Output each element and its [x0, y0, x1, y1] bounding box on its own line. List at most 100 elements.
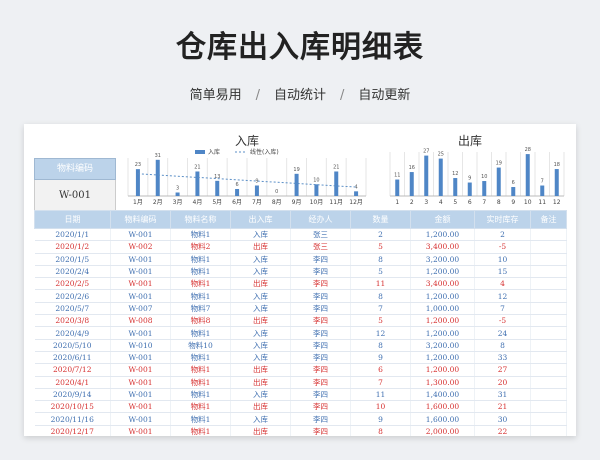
table-cell[interactable]: 入库 [230, 388, 291, 402]
table-cell[interactable]: 12 [474, 289, 531, 303]
table-cell[interactable]: W-001 [110, 400, 171, 414]
table-cell[interactable] [530, 400, 567, 414]
table-cell[interactable]: 20 [474, 376, 531, 389]
table-cell[interactable]: 1,200.00 [410, 228, 475, 242]
table-cell[interactable]: 7 [350, 302, 411, 316]
table-cell[interactable]: 物料1 [170, 326, 231, 340]
table-cell[interactable]: W-001 [110, 376, 171, 389]
table-cell[interactable]: 张三 [290, 240, 351, 254]
table-cell[interactable]: 入库 [230, 412, 291, 426]
table-cell[interactable]: 9 [350, 351, 411, 365]
table-cell[interactable]: 出库 [230, 400, 291, 414]
table-cell[interactable]: 李四 [290, 376, 351, 389]
table-cell[interactable] [530, 253, 567, 266]
table-cell[interactable]: 李四 [290, 351, 351, 365]
column-header[interactable]: 经办人 [290, 210, 351, 229]
table-cell[interactable]: 2020/11/16 [34, 412, 111, 426]
table-cell[interactable]: W-002 [110, 240, 171, 254]
table-cell[interactable]: 李四 [290, 302, 351, 316]
table-cell[interactable]: 2020/2/4 [34, 265, 111, 279]
table-cell[interactable]: 李四 [290, 326, 351, 340]
table-cell[interactable]: 1,200.00 [410, 265, 475, 279]
table-cell[interactable]: 9 [350, 412, 411, 426]
table-cell[interactable]: 1,300.00 [410, 376, 475, 389]
table-cell[interactable] [530, 314, 567, 328]
table-cell[interactable]: 物料1 [170, 400, 231, 414]
table-cell[interactable]: 1,000.00 [410, 302, 475, 316]
table-cell[interactable] [530, 302, 567, 316]
table-cell[interactable]: 1,200.00 [410, 314, 475, 328]
table-cell[interactable]: 21 [474, 400, 531, 414]
table-cell[interactable]: W-001 [110, 265, 171, 279]
table-cell[interactable]: 物料1 [170, 376, 231, 389]
table-cell[interactable]: W-008 [110, 314, 171, 328]
table-cell[interactable]: 入库 [230, 302, 291, 316]
table-cell[interactable]: 入库 [230, 265, 291, 279]
table-cell[interactable]: 2,000.00 [410, 425, 475, 436]
table-cell[interactable]: 11 [350, 388, 411, 402]
column-header[interactable]: 物料编码 [110, 210, 171, 229]
table-cell[interactable]: 15 [474, 265, 531, 279]
table-cell[interactable] [530, 388, 567, 402]
column-header[interactable]: 物料名称 [170, 210, 231, 229]
table-cell[interactable]: W-001 [110, 277, 171, 291]
table-cell[interactable]: 2020/6/11 [34, 351, 111, 365]
column-header[interactable]: 数量 [350, 210, 411, 229]
table-cell[interactable]: 出库 [230, 363, 291, 377]
table-cell[interactable]: 1,200.00 [410, 351, 475, 365]
table-cell[interactable]: W-001 [110, 412, 171, 426]
table-cell[interactable]: 2 [350, 228, 411, 242]
table-cell[interactable] [530, 326, 567, 340]
table-cell[interactable] [530, 363, 567, 377]
column-header[interactable]: 实时库存 [474, 210, 531, 229]
table-cell[interactable]: 12 [350, 326, 411, 340]
table-cell[interactable]: -5 [474, 314, 531, 328]
table-cell[interactable]: 物料1 [170, 388, 231, 402]
table-cell[interactable]: -5 [474, 240, 531, 254]
table-cell[interactable]: 2020/4/9 [34, 326, 111, 340]
table-cell[interactable] [530, 289, 567, 303]
table-cell[interactable]: W-001 [110, 289, 171, 303]
table-cell[interactable]: 24 [474, 326, 531, 340]
table-cell[interactable]: 物料8 [170, 314, 231, 328]
table-cell[interactable]: 李四 [290, 289, 351, 303]
table-cell[interactable]: 物料1 [170, 253, 231, 266]
table-cell[interactable]: 31 [474, 388, 531, 402]
table-cell[interactable]: 3,400.00 [410, 240, 475, 254]
table-cell[interactable]: 2020/5/10 [34, 339, 111, 352]
table-cell[interactable]: 2 [474, 228, 531, 242]
table-cell[interactable]: 出库 [230, 314, 291, 328]
table-cell[interactable]: W-007 [110, 302, 171, 316]
table-cell[interactable]: 物料1 [170, 265, 231, 279]
column-header[interactable]: 备注 [530, 210, 567, 229]
table-cell[interactable]: W-001 [110, 425, 171, 436]
table-cell[interactable]: 2020/4/1 [34, 376, 111, 389]
table-cell[interactable]: 5 [350, 314, 411, 328]
table-cell[interactable]: W-001 [110, 253, 171, 266]
table-cell[interactable]: 物料1 [170, 363, 231, 377]
table-cell[interactable]: 8 [350, 425, 411, 436]
table-cell[interactable]: 2020/5/7 [34, 302, 111, 316]
table-cell[interactable]: 李四 [290, 425, 351, 436]
table-cell[interactable] [530, 240, 567, 254]
table-cell[interactable]: 物料1 [170, 412, 231, 426]
table-cell[interactable]: 22 [474, 425, 531, 436]
table-cell[interactable]: 2020/3/8 [34, 314, 111, 328]
table-cell[interactable]: 物料1 [170, 289, 231, 303]
table-cell[interactable]: W-001 [110, 388, 171, 402]
table-cell[interactable]: 物料10 [170, 339, 231, 352]
table-cell[interactable]: 1,200.00 [410, 363, 475, 377]
lookup-input[interactable]: W-001 [34, 180, 116, 213]
table-cell[interactable]: 2020/9/14 [34, 388, 111, 402]
table-cell[interactable]: 3,200.00 [410, 339, 475, 352]
table-cell[interactable]: 李四 [290, 277, 351, 291]
table-cell[interactable]: 33 [474, 351, 531, 365]
table-cell[interactable]: 7 [474, 302, 531, 316]
table-cell[interactable] [530, 265, 567, 279]
table-cell[interactable]: 李四 [290, 363, 351, 377]
table-cell[interactable]: 7 [350, 376, 411, 389]
table-cell[interactable]: W-001 [110, 326, 171, 340]
table-cell[interactable]: 2020/1/5 [34, 253, 111, 266]
table-cell[interactable]: 2020/7/12 [34, 363, 111, 377]
table-cell[interactable]: 6 [350, 363, 411, 377]
